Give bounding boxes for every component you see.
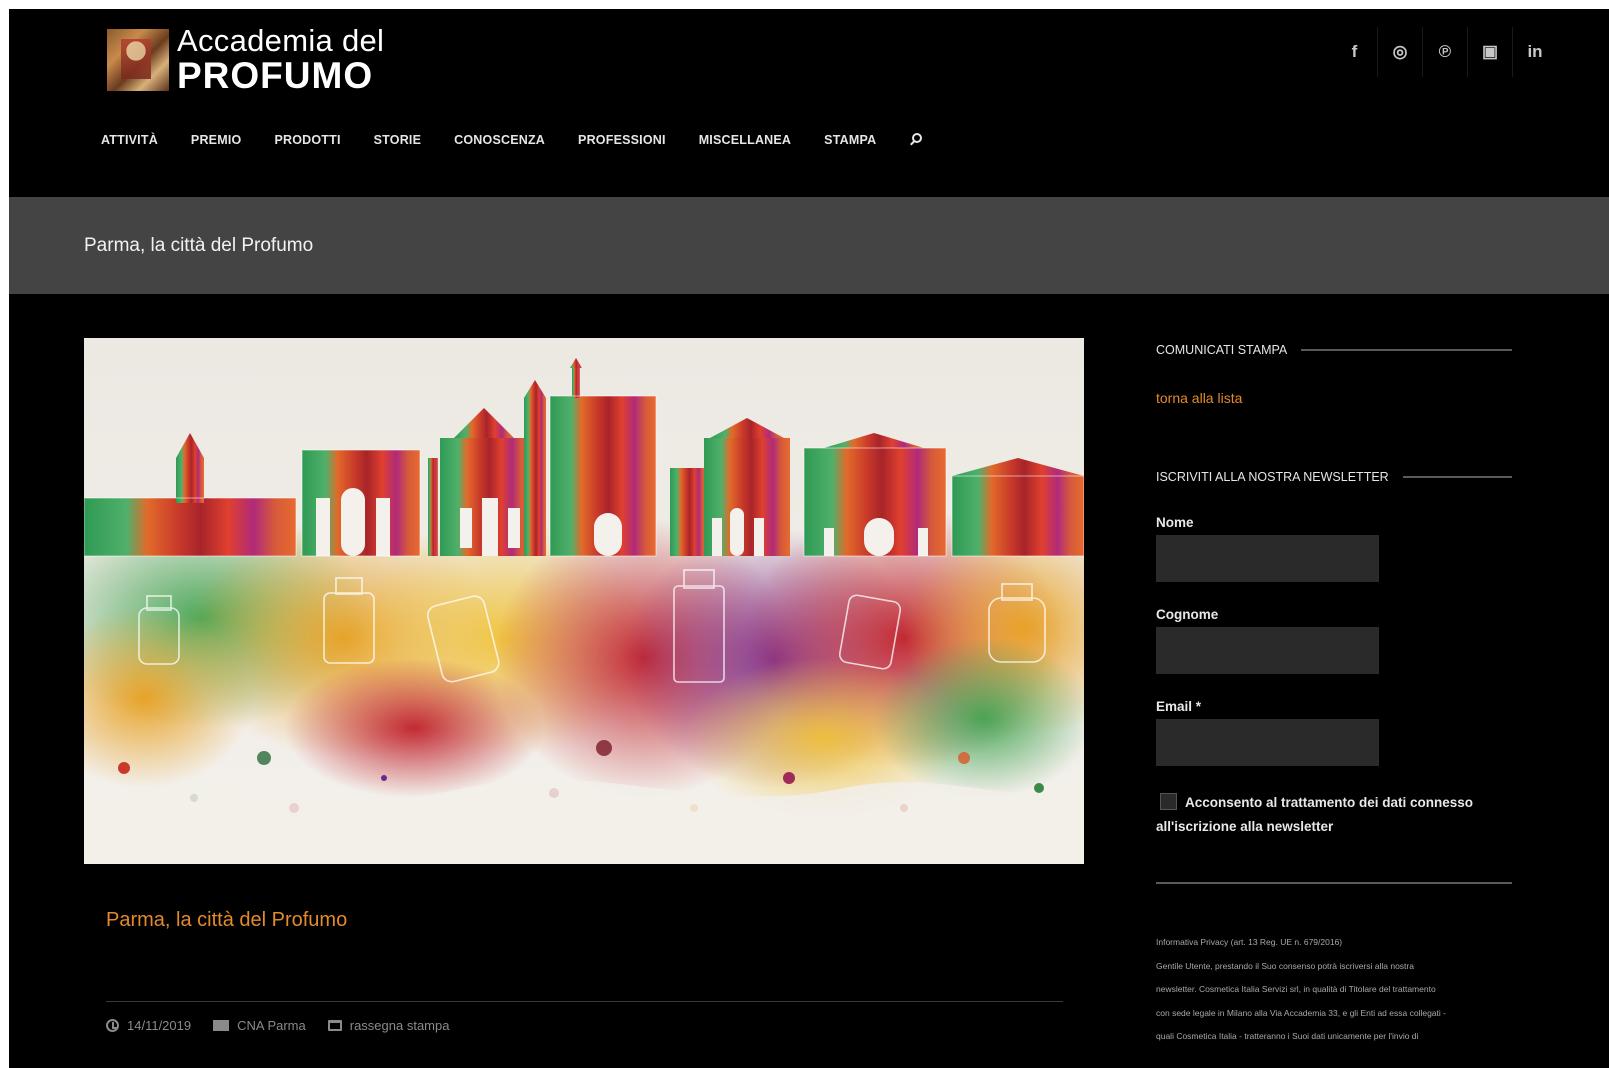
social-links: f ◎ ℗ ▣ in [1332, 27, 1557, 77]
back-to-list-link[interactable]: torna alla lista [1156, 390, 1242, 406]
page-title: Parma, la città del Profumo [84, 235, 314, 256]
nav-item-prodotti[interactable]: PRODOTTI [274, 133, 340, 147]
article-source: CNA Parma [237, 1018, 306, 1033]
name-label: Nome [1156, 515, 1194, 530]
youtube-icon[interactable]: ▣ [1467, 27, 1512, 77]
nav-item-miscellanea[interactable]: MISCELLANEA [699, 133, 791, 147]
instagram-icon[interactable]: ◎ [1377, 27, 1422, 77]
facebook-icon[interactable]: f [1332, 27, 1377, 77]
article-title[interactable]: Parma, la città del Profumo [106, 909, 347, 932]
article-hero-image [84, 338, 1084, 864]
nav-item-attivita[interactable]: ATTIVITÀ [101, 133, 158, 147]
email-label: Email * [1156, 699, 1202, 714]
site-logo[interactable]: Accademia del PROFUMO [107, 25, 384, 94]
consent-label: Acconsento al trattamento dei dati conne… [1156, 795, 1474, 834]
nav-item-conoscenza[interactable]: CONOSCENZA [454, 133, 545, 147]
sidebar-divider [1156, 882, 1512, 884]
article-divider [106, 1001, 1063, 1002]
sidebar-press-heading: COMUNICATI STAMPA [1156, 343, 1512, 357]
site-header: Accademia del PROFUMO f ◎ ℗ ▣ in ATTIVIT… [9, 9, 1609, 197]
nav-item-storie[interactable]: STORIE [374, 133, 422, 147]
logo-text-line1: Accademia del [177, 23, 385, 58]
name-field[interactable] [1156, 535, 1379, 582]
article-category-link[interactable]: rassegna stampa [350, 1018, 450, 1033]
consent-checkbox-row[interactable]: Acconsento al trattamento dei dati conne… [1156, 791, 1516, 839]
surname-field[interactable] [1156, 627, 1379, 674]
page-title-bar: Parma, la città del Profumo [9, 197, 1609, 294]
folder-icon [327, 1020, 342, 1031]
privacy-notice: Informativa Privacy (art. 13 Reg. UE n. … [1156, 937, 1446, 1041]
nav-item-professioni[interactable]: PROFESSIONI [578, 133, 666, 147]
article-meta: 14/11/2019 CNA Parma rassegna stampa [106, 1018, 471, 1033]
newspaper-icon [213, 1020, 230, 1031]
linkedin-icon[interactable]: in [1512, 27, 1557, 77]
sidebar-newsletter-heading: ISCRIVITI ALLA NOSTRA NEWSLETTER [1156, 470, 1512, 484]
pinterest-icon[interactable]: ℗ [1422, 27, 1467, 77]
main-nav: ATTIVITÀ PREMIO PRODOTTI STORIE CONOSCEN… [101, 133, 923, 147]
logo-text-line2: PROFUMO [177, 55, 374, 96]
surname-label: Cognome [1156, 607, 1219, 622]
consent-checkbox[interactable] [1160, 793, 1177, 810]
nav-item-stampa[interactable]: STAMPA [824, 133, 876, 147]
email-field[interactable] [1156, 719, 1379, 766]
article-date: 14/11/2019 [127, 1018, 192, 1033]
page-frame: Accademia del PROFUMO f ◎ ℗ ▣ in ATTIVIT… [9, 9, 1609, 1068]
logo-image [107, 28, 169, 91]
parma-skyline-watercolor [84, 338, 1084, 864]
search-icon[interactable] [909, 133, 923, 147]
nav-item-premio[interactable]: PREMIO [191, 133, 242, 147]
clock-icon [106, 1019, 119, 1032]
